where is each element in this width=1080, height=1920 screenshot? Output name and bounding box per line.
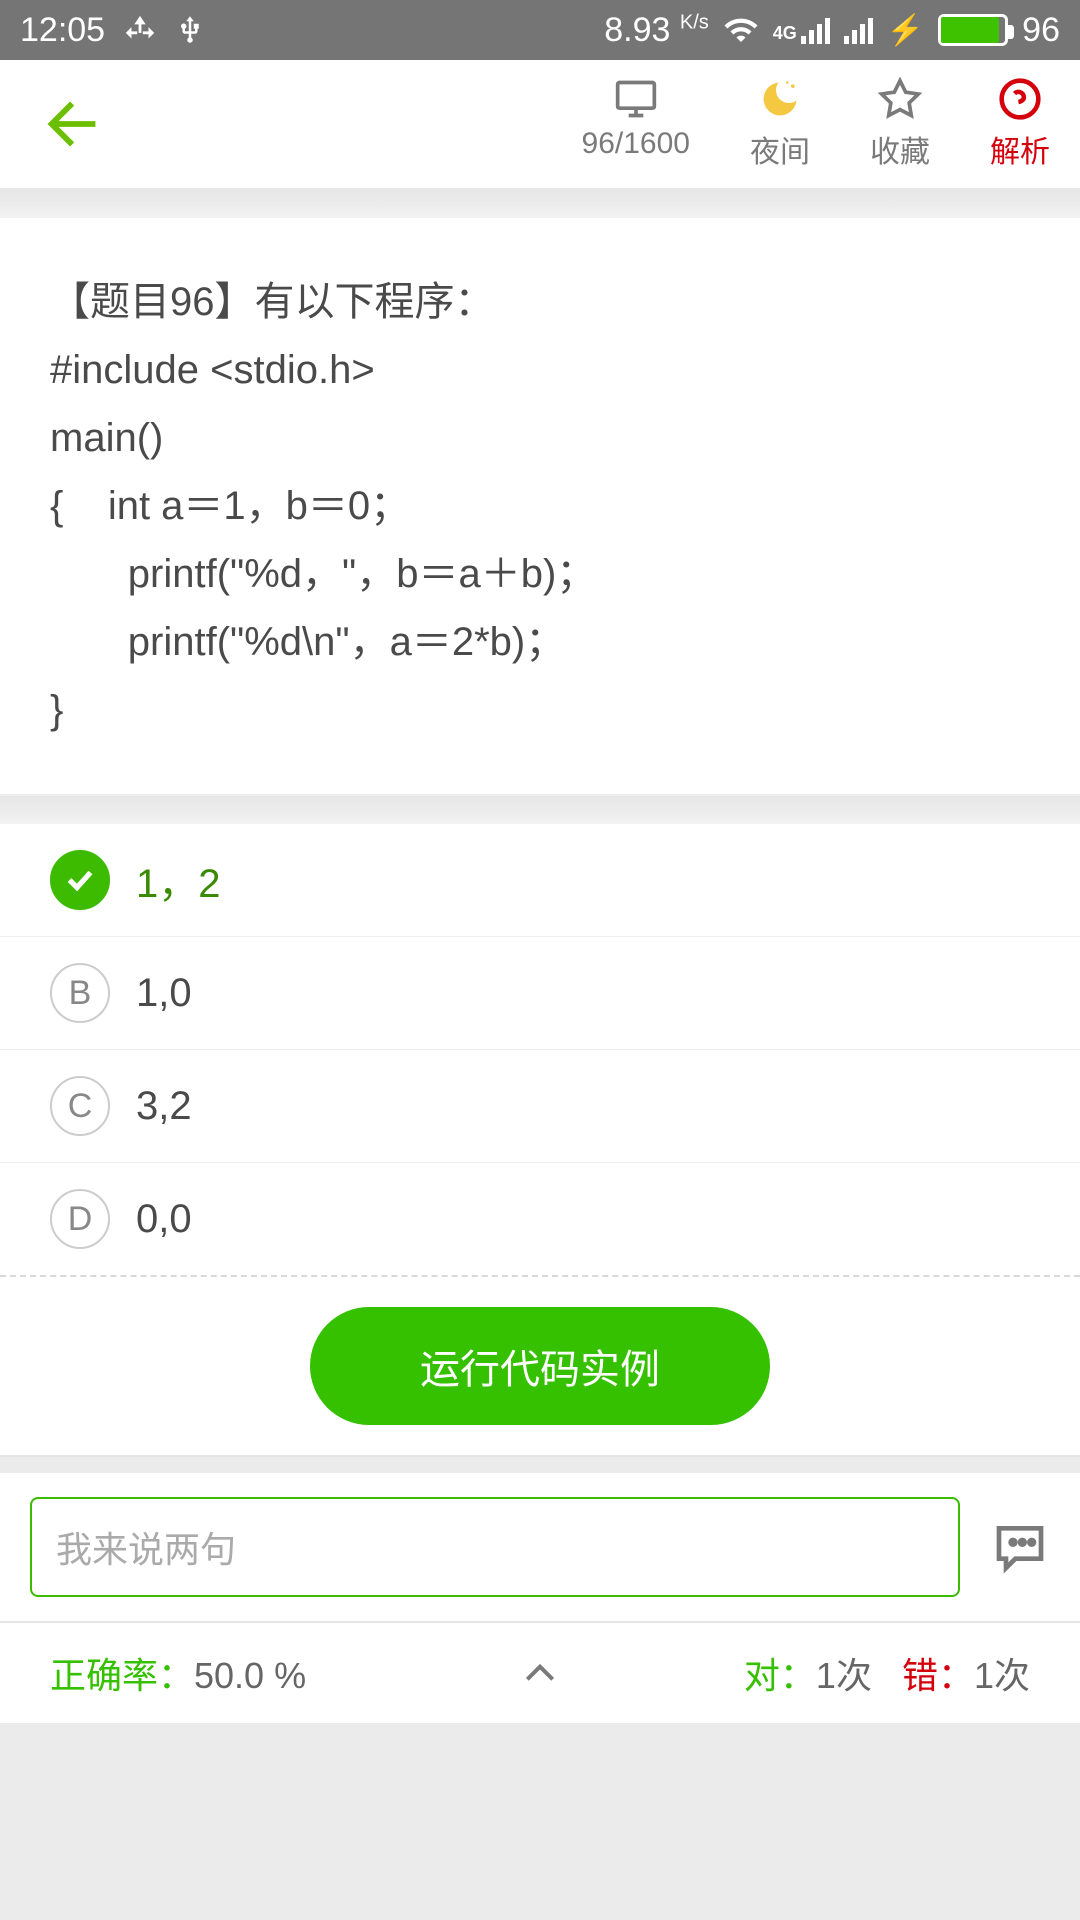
- question-line: #include <stdio.h>: [50, 336, 1030, 404]
- question-line: { int a＝1，b＝0；: [50, 472, 1030, 540]
- comment-area: 我来说两句: [0, 1473, 1080, 1623]
- run-area: 运行代码实例: [0, 1277, 1080, 1457]
- question-line: printf("%d，"，b＝a＋b)；: [50, 540, 1030, 608]
- toolbar: 96/1600 夜间 收藏 解析: [0, 60, 1080, 190]
- option-letter: B: [50, 963, 110, 1023]
- counter-item[interactable]: 96/1600: [582, 77, 690, 171]
- divider: [0, 190, 1080, 218]
- option-d[interactable]: D 0,0: [0, 1163, 1080, 1277]
- option-c[interactable]: C 3,2: [0, 1050, 1080, 1163]
- comment-icon[interactable]: [990, 1519, 1050, 1575]
- run-code-button[interactable]: 运行代码实例: [310, 1307, 770, 1425]
- divider: [0, 796, 1080, 824]
- option-a[interactable]: 1，2: [0, 824, 1080, 937]
- wifi-icon: [723, 12, 759, 48]
- net-speed: 8.93 K/s: [604, 11, 709, 50]
- question-line: 【题目96】有以下程序：: [50, 268, 1030, 336]
- bottom-stats-bar[interactable]: 正确率：50.0 % 对：1次 错：1次: [0, 1623, 1080, 1723]
- accuracy-label: 正确率：: [50, 1655, 194, 1696]
- signal-icon: [844, 16, 873, 44]
- favorite-item[interactable]: 收藏: [870, 77, 930, 171]
- option-letter: C: [50, 1076, 110, 1136]
- battery-icon: [938, 14, 1008, 46]
- share-icon: [123, 13, 157, 47]
- divider: [0, 1457, 1080, 1473]
- question-line: printf("%d\n"，a＝2*b)；: [50, 608, 1030, 676]
- option-letter: D: [50, 1189, 110, 1249]
- accuracy-value: 50.0 %: [194, 1655, 306, 1696]
- help-icon: [996, 77, 1044, 121]
- night-label: 夜间: [750, 127, 810, 171]
- correct-value: 1次: [816, 1655, 872, 1696]
- option-text: 1，2: [136, 851, 221, 909]
- option-text: 0,0: [136, 1197, 192, 1242]
- battery-percent: 96: [1022, 11, 1060, 50]
- night-mode-item[interactable]: 夜间: [750, 77, 810, 171]
- back-button[interactable]: [40, 89, 110, 159]
- monitor-icon: [610, 77, 662, 121]
- analysis-label: 解析: [990, 127, 1050, 171]
- question-line: }: [50, 676, 1030, 744]
- analysis-item[interactable]: 解析: [990, 77, 1050, 171]
- option-text: 3,2: [136, 1084, 192, 1129]
- wrong-label: 错：: [902, 1655, 974, 1696]
- star-icon: [876, 77, 924, 121]
- wrong-value: 1次: [974, 1655, 1030, 1696]
- option-text: 1,0: [136, 971, 192, 1016]
- check-icon: [50, 850, 110, 910]
- chevron-up-icon[interactable]: [510, 1654, 570, 1692]
- charging-icon: ⚡: [887, 13, 924, 48]
- fav-label: 收藏: [870, 127, 930, 171]
- usb-icon: [175, 12, 205, 48]
- question-card: 【题目96】有以下程序： #include <stdio.h> main() {…: [0, 218, 1080, 796]
- moon-icon: [756, 77, 804, 121]
- option-b[interactable]: B 1,0: [0, 937, 1080, 1050]
- status-bar: 12:05 8.93 K/s 4G ⚡ 96: [0, 0, 1080, 60]
- options-list: 1，2 B 1,0 C 3,2 D 0,0: [0, 824, 1080, 1277]
- signal-4g: 4G: [773, 16, 830, 44]
- counter-label: 96/1600: [582, 127, 690, 161]
- correct-label: 对：: [744, 1655, 816, 1696]
- status-time: 12:05: [20, 11, 105, 50]
- question-line: main(): [50, 404, 1030, 472]
- comment-input[interactable]: 我来说两句: [30, 1497, 960, 1597]
